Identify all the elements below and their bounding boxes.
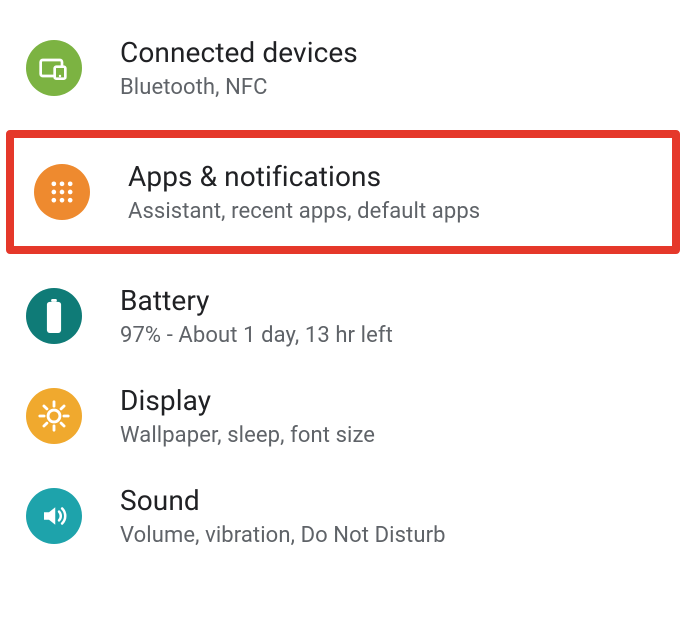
settings-item-connected-devices[interactable]: Connected devices Bluetooth, NFC [0, 18, 686, 118]
settings-item-text: Apps & notifications Assistant, recent a… [128, 160, 480, 224]
settings-item-text: Sound Volume, vibration, Do Not Disturb [120, 484, 446, 548]
settings-item-display[interactable]: Display Wallpaper, sleep, font size [0, 366, 686, 466]
settings-item-text: Display Wallpaper, sleep, font size [120, 384, 375, 448]
display-icon [26, 388, 82, 444]
settings-item-title: Apps & notifications [128, 160, 480, 193]
settings-item-subtitle: Wallpaper, sleep, font size [120, 423, 375, 448]
battery-icon [26, 288, 82, 344]
settings-item-subtitle: Assistant, recent apps, default apps [128, 199, 480, 224]
settings-item-apps-notifications[interactable]: Apps & notifications Assistant, recent a… [6, 130, 680, 254]
apps-icon [34, 164, 90, 220]
settings-item-subtitle: 97% - About 1 day, 13 hr left [120, 323, 393, 348]
settings-item-title: Sound [120, 484, 446, 517]
settings-item-battery[interactable]: Battery 97% - About 1 day, 13 hr left [0, 266, 686, 366]
settings-item-title: Battery [120, 284, 393, 317]
settings-list: Connected devices Bluetooth, NFC Apps & … [0, 0, 686, 566]
sound-icon [26, 488, 82, 544]
settings-item-title: Display [120, 384, 375, 417]
settings-item-sound[interactable]: Sound Volume, vibration, Do Not Disturb [0, 466, 686, 566]
settings-item-title: Connected devices [120, 36, 358, 69]
devices-icon [26, 40, 82, 96]
settings-item-subtitle: Bluetooth, NFC [120, 75, 358, 100]
settings-item-subtitle: Volume, vibration, Do Not Disturb [120, 523, 446, 548]
settings-item-text: Battery 97% - About 1 day, 13 hr left [120, 284, 393, 348]
settings-item-text: Connected devices Bluetooth, NFC [120, 36, 358, 100]
